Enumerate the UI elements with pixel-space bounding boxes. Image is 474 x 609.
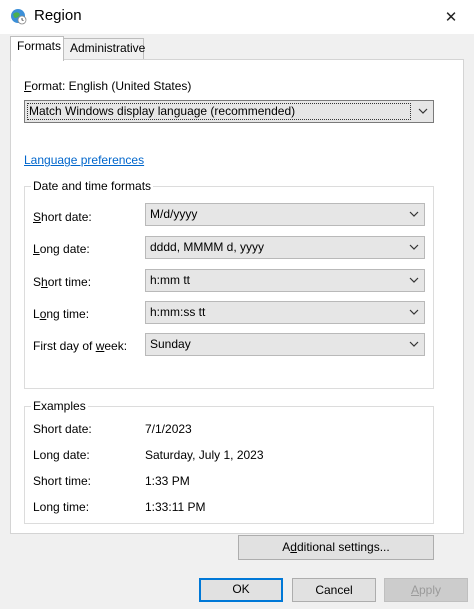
additional-settings-button[interactable]: Additional settings...: [238, 535, 434, 560]
example-long-time-value: 1:33:11 PM: [145, 500, 206, 514]
chevron-down-icon: [409, 309, 419, 315]
example-short-date-label: Short date:: [33, 422, 92, 436]
format-dropdown-value: Match Windows display language (recommen…: [29, 104, 296, 118]
short-date-label: Short date:: [33, 210, 92, 224]
long-time-label: Long time:: [33, 307, 90, 321]
short-time-dropdown[interactable]: h:mm tt: [145, 269, 425, 292]
first-day-of-week-dropdown[interactable]: Sunday: [145, 333, 425, 356]
example-short-time-label: Short time:: [33, 474, 92, 488]
group-title-date-time: Date and time formats: [31, 179, 154, 193]
examples-group: Examples Short date: 7/1/2023 Long date:…: [24, 399, 434, 524]
short-date-dropdown[interactable]: M/d/yyyy: [145, 203, 425, 226]
chevron-down-icon: [409, 277, 419, 283]
example-long-date-label: Long date:: [33, 448, 90, 462]
example-short-date-value: 7/1/2023: [145, 422, 192, 436]
chevron-down-icon: [418, 108, 428, 114]
chevron-down-icon: [409, 211, 419, 217]
tab-administrative[interactable]: Administrative: [63, 38, 145, 59]
tab-strip: Formats Administrative: [0, 34, 474, 61]
long-time-dropdown[interactable]: h:mm:ss tt: [145, 301, 425, 324]
short-time-label: Short time:: [33, 275, 92, 289]
chevron-down-icon: [409, 244, 419, 250]
tab-formats[interactable]: Formats: [10, 36, 64, 61]
format-label: Format: English (United States): [24, 79, 192, 93]
format-dropdown[interactable]: Match Windows display language (recommen…: [24, 100, 434, 123]
long-date-label: Long date:: [33, 242, 90, 256]
apply-button[interactable]: Apply: [384, 578, 468, 602]
globe-clock-icon: [11, 9, 27, 25]
window-title: Region: [34, 7, 82, 24]
example-long-time-label: Long time:: [33, 500, 90, 514]
example-long-date-value: Saturday, July 1, 2023: [145, 448, 264, 462]
group-title-examples: Examples: [31, 399, 88, 413]
date-time-formats-group: Date and time formats Short date: M/d/yy…: [24, 179, 434, 389]
ok-button[interactable]: OK: [199, 578, 283, 602]
title-bar: Region ✕: [0, 0, 474, 34]
close-icon: ✕: [444, 9, 458, 26]
close-button[interactable]: ✕: [428, 0, 474, 34]
language-preferences-link[interactable]: Language preferences: [24, 153, 144, 167]
formats-panel: Format: English (United States) Match Wi…: [10, 59, 464, 534]
example-short-time-value: 1:33 PM: [145, 474, 190, 488]
long-date-dropdown[interactable]: dddd, MMMM d, yyyy: [145, 236, 425, 259]
cancel-button[interactable]: Cancel: [292, 578, 376, 602]
chevron-down-icon: [409, 341, 419, 347]
first-day-of-week-label: First day of week:: [33, 339, 128, 353]
